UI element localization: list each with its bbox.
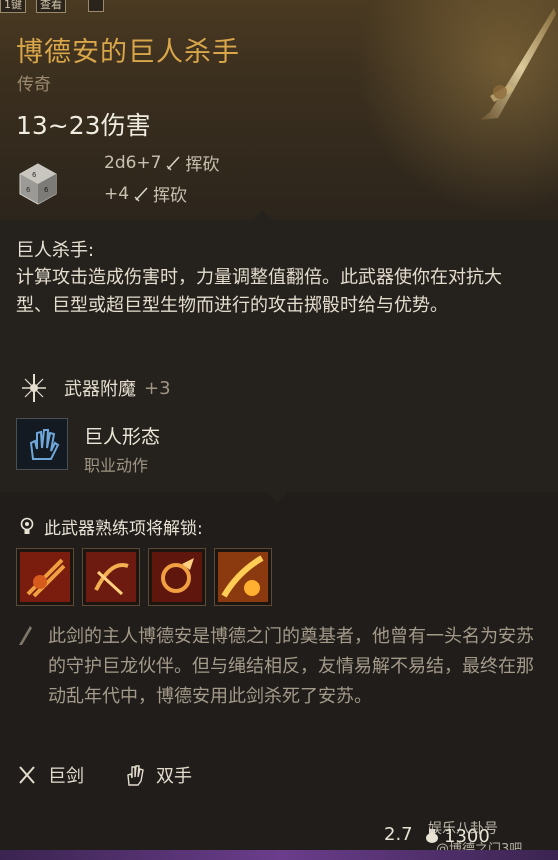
hand-icon xyxy=(29,429,60,460)
top-chips: 1键 查看 xyxy=(0,0,110,13)
two-handed-icon xyxy=(127,765,144,786)
lacerate-skill-icon[interactable] xyxy=(82,548,140,606)
svg-text:6: 6 xyxy=(32,171,37,179)
enchant-value: +3 xyxy=(144,377,171,399)
property-label: 双手 xyxy=(156,766,192,787)
enchant-label: 武器附魔 xyxy=(64,379,136,400)
keybind-chip[interactable]: 1键 xyxy=(0,0,26,13)
greatsword-icon xyxy=(19,766,35,784)
cleave-skill-icon[interactable] xyxy=(16,548,74,606)
dice-icon: 6 6 6 xyxy=(19,163,57,205)
footer-accent-bar xyxy=(0,850,558,860)
slashing-icon xyxy=(166,155,181,170)
passive-title: 巨人杀手: xyxy=(16,240,95,261)
proficiency-row: 此武器熟练项将解锁: xyxy=(18,514,203,539)
action-name: 巨人形态 xyxy=(84,426,161,448)
rush-attack-skill-icon[interactable] xyxy=(148,548,206,606)
skill-list xyxy=(16,548,272,606)
damage-type: 挥砍 xyxy=(153,186,188,206)
damage-dice: 2d6+7 xyxy=(104,152,162,173)
watermark-top: 娱乐八卦号 xyxy=(428,821,498,837)
slashing-icon xyxy=(134,186,148,201)
quill-icon xyxy=(19,626,32,645)
damage-range: 13~23伤害 xyxy=(16,111,151,140)
item-rarity: 传奇 xyxy=(17,75,51,95)
proficiency-label: 此武器熟练项将解锁: xyxy=(44,519,203,539)
weapon-art-icon xyxy=(480,8,556,120)
enchant-icon xyxy=(22,374,46,402)
lore-text: 此剑的主人博德安是博德之门的奠基者，他曾有一头名为安苏的守护巨龙伙伴。但与绳结相… xyxy=(48,626,534,707)
lightbulb-icon xyxy=(20,517,34,534)
prepare-skill-icon[interactable] xyxy=(214,548,272,606)
damage-line-2: +4 挥砍 xyxy=(104,181,188,207)
chip-extra-button[interactable] xyxy=(88,0,104,12)
giant-form-action-icon[interactable] xyxy=(16,418,68,470)
damage-type: 挥砍 xyxy=(185,155,220,175)
damage-dice: +4 xyxy=(104,183,130,204)
passive-description: 计算攻击造成伤害时，力量调整值翻倍。此武器使你在对抗大型、巨型或超巨型生物而进行… xyxy=(16,267,502,316)
enchant-row: 武器附魔 +3 xyxy=(16,368,171,408)
inspect-chip[interactable]: 查看 xyxy=(36,0,66,13)
item-weight: 2.7 xyxy=(384,824,413,845)
property-label: 巨剑 xyxy=(48,766,84,787)
damage-line-1: 2d6+7 挥砍 xyxy=(104,150,220,176)
action-subtitle: 职业动作 xyxy=(84,456,149,475)
svg-text:6: 6 xyxy=(44,186,49,194)
item-tooltip: 1键 查看 博德安的巨人杀手 传奇 13~23伤害 6 6 6 2d6+7 挥砍… xyxy=(0,0,558,860)
svg-text:6: 6 xyxy=(26,186,31,194)
item-name: 博德安的巨人杀手 xyxy=(16,37,240,68)
property-row: 巨剑 双手 xyxy=(16,762,232,788)
